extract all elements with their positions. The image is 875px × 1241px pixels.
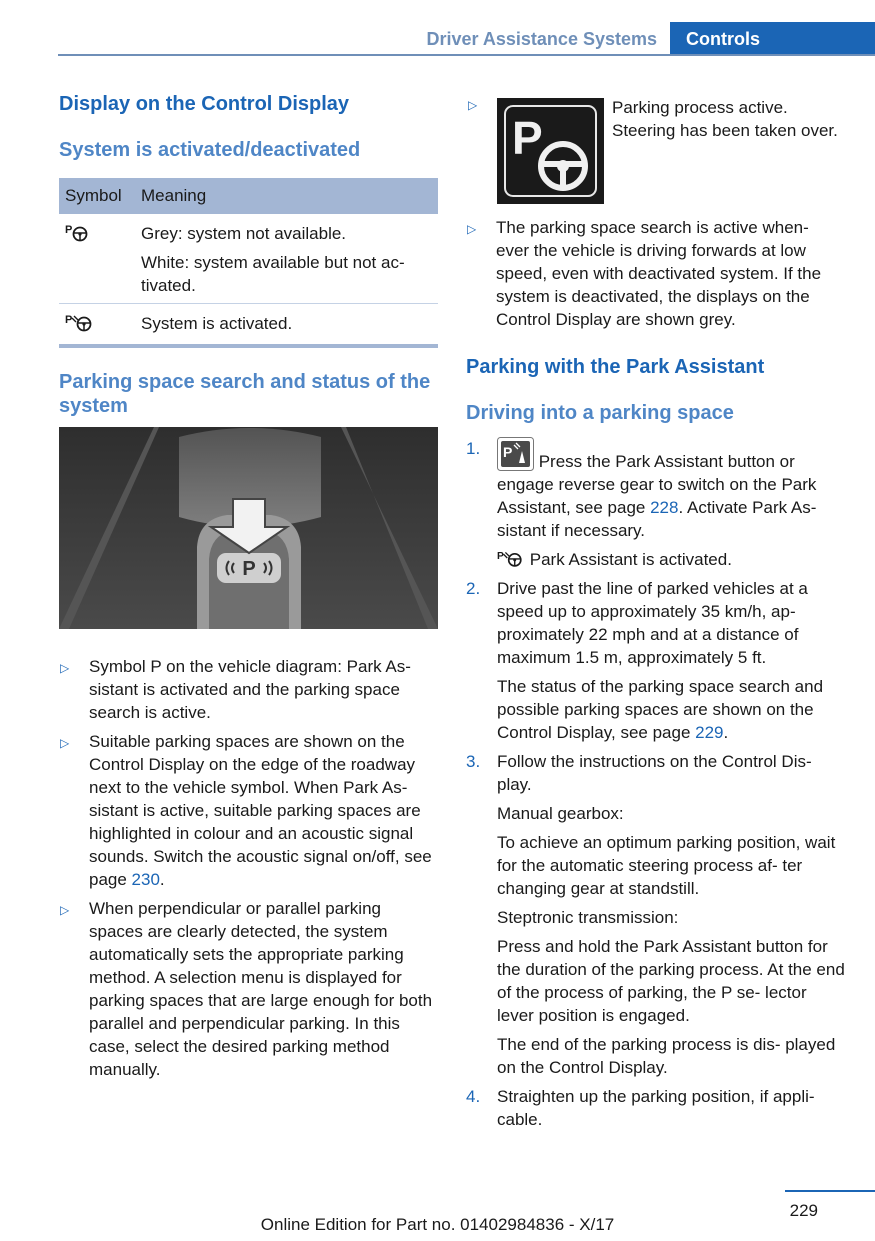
heading-driving-into-space: Driving into a parking space: [466, 402, 734, 424]
step-number: 2.: [466, 579, 481, 598]
bullet-text: Symbol P on the vehicle diagram: Park As…: [89, 657, 411, 722]
table-header-meaning: Meaning: [135, 178, 438, 214]
table-cell-symbol: P: [59, 214, 135, 304]
step-text: Straighten up the parking position, if a…: [497, 1087, 815, 1129]
list-item: ▷ When perpendicular or parallel parking…: [59, 897, 438, 1081]
bullet-triangle-icon: ▷: [467, 222, 477, 236]
step-text: Drive past the line of parked vehicles a…: [497, 579, 808, 667]
step-text: The status of the parking space search a…: [497, 677, 824, 742]
list-item: 1. P Press the Park Assistant button or …: [466, 437, 846, 571]
table-row: P Grey: system not available. White: sys…: [59, 214, 438, 304]
list-item: ▷ P Parking process active. Steering has…: [466, 92, 846, 204]
park-assist-active-icon: P: [497, 551, 522, 567]
heading-system-status: System is activated/deactivated: [59, 139, 361, 161]
page-link-230[interactable]: 230: [132, 870, 160, 889]
bullet-triangle-icon: ▷: [468, 98, 478, 112]
step-text: Press and hold the Park Assistant button…: [497, 937, 845, 1025]
bullet-text: When perpendicular or parallel parking s…: [89, 899, 433, 1079]
meaning-grey: Grey: system not available.: [141, 224, 347, 243]
bullet-triangle-icon: ▷: [60, 903, 70, 917]
table-cell-symbol: P: [59, 303, 135, 348]
right-column: ▷ P Parking process active. Steering has…: [466, 92, 846, 1131]
steering-wheel-icon: P: [497, 98, 604, 204]
step-note: Park Assistant is activated.: [529, 550, 732, 569]
table-header-row: Symbol Meaning: [59, 178, 438, 214]
header-section-title: Driver Assistance Systems: [426, 29, 657, 49]
vehicle-diagram: P: [59, 427, 438, 629]
step-list: 1. P Press the Park Assistant button or …: [466, 437, 846, 1131]
footer-edition: Online Edition for Part no. 01402984836 …: [260, 1215, 615, 1234]
bullet-text: Parking process active. Steering has bee…: [612, 98, 838, 140]
park-assist-inactive-icon: P: [65, 224, 88, 242]
bullet-text-end: .: [159, 870, 165, 889]
list-item: ▷ Suitable parking spaces are shown on t…: [59, 730, 438, 891]
svg-text:P: P: [65, 224, 72, 236]
steering-icon-letter: P: [512, 112, 543, 164]
step-number: 4.: [466, 1087, 481, 1106]
step-number: 1.: [466, 439, 481, 458]
svg-text:P: P: [503, 444, 512, 460]
heading-parking-search-status: Parking space search and status of the s…: [59, 371, 431, 417]
table-header-symbol: Symbol: [59, 178, 135, 214]
bullet-text: The parking space search is active when-…: [496, 218, 822, 329]
table-cell-meaning: Grey: system not available. White: syste…: [135, 214, 438, 304]
bullet-text: Suitable parking spaces are shown on the…: [89, 732, 432, 889]
list-item: ▷ Symbol P on the vehicle diagram: Park …: [59, 655, 438, 724]
step-text-end: .: [723, 723, 729, 742]
svg-text:P: P: [497, 551, 504, 562]
bullet-triangle-icon: ▷: [60, 661, 70, 675]
page-number-rule: [785, 1190, 875, 1192]
svg-text:P: P: [65, 314, 72, 326]
page-header: Driver Assistance Systems Controls: [58, 22, 875, 56]
step-text: Manual gearbox:: [497, 804, 624, 823]
step-text: Follow the instructions on the Control D…: [497, 752, 812, 794]
step-text: The end of the parking process is dis- p…: [497, 1035, 836, 1077]
step-text: To achieve an optimum parking position, …: [497, 833, 836, 898]
vehicle-p-symbol: P: [242, 558, 255, 580]
header-rule: [58, 54, 875, 56]
header-tab-controls: Controls: [670, 22, 875, 56]
control-display-picture: P: [59, 427, 438, 629]
bullet-triangle-icon: ▷: [60, 736, 70, 750]
symbol-table: Symbol Meaning P Grey: system not availa…: [59, 178, 438, 348]
meaning-white: White: system available but not ac- tiva…: [141, 253, 405, 295]
list-item: 2. Drive past the line of parked vehicle…: [466, 577, 846, 744]
step-text: Steptronic transmission:: [497, 908, 679, 927]
right-bullet-list: ▷ The parking space search is active whe…: [466, 216, 846, 331]
table-cell-meaning: System is activated.: [135, 303, 438, 348]
park-assist-active-icon: P: [65, 314, 92, 332]
list-item: 4. Straighten up the parking position, i…: [466, 1085, 846, 1131]
table-row: P System is activated.: [59, 303, 438, 348]
heading-parking-with-assistant: Parking with the Park Assistant: [466, 356, 765, 378]
list-item: ▷ The parking space search is active whe…: [466, 216, 846, 331]
list-item: 3. Follow the instructions on the Contro…: [466, 750, 846, 1079]
page-link-228[interactable]: 228: [650, 498, 678, 517]
page-link-229[interactable]: 229: [695, 723, 723, 742]
step-number: 3.: [466, 752, 481, 771]
left-bullet-list: ▷ Symbol P on the vehicle diagram: Park …: [59, 655, 438, 1081]
park-assist-button-icon: P: [497, 437, 534, 471]
heading-display-control: Display on the Control Display: [59, 93, 350, 115]
